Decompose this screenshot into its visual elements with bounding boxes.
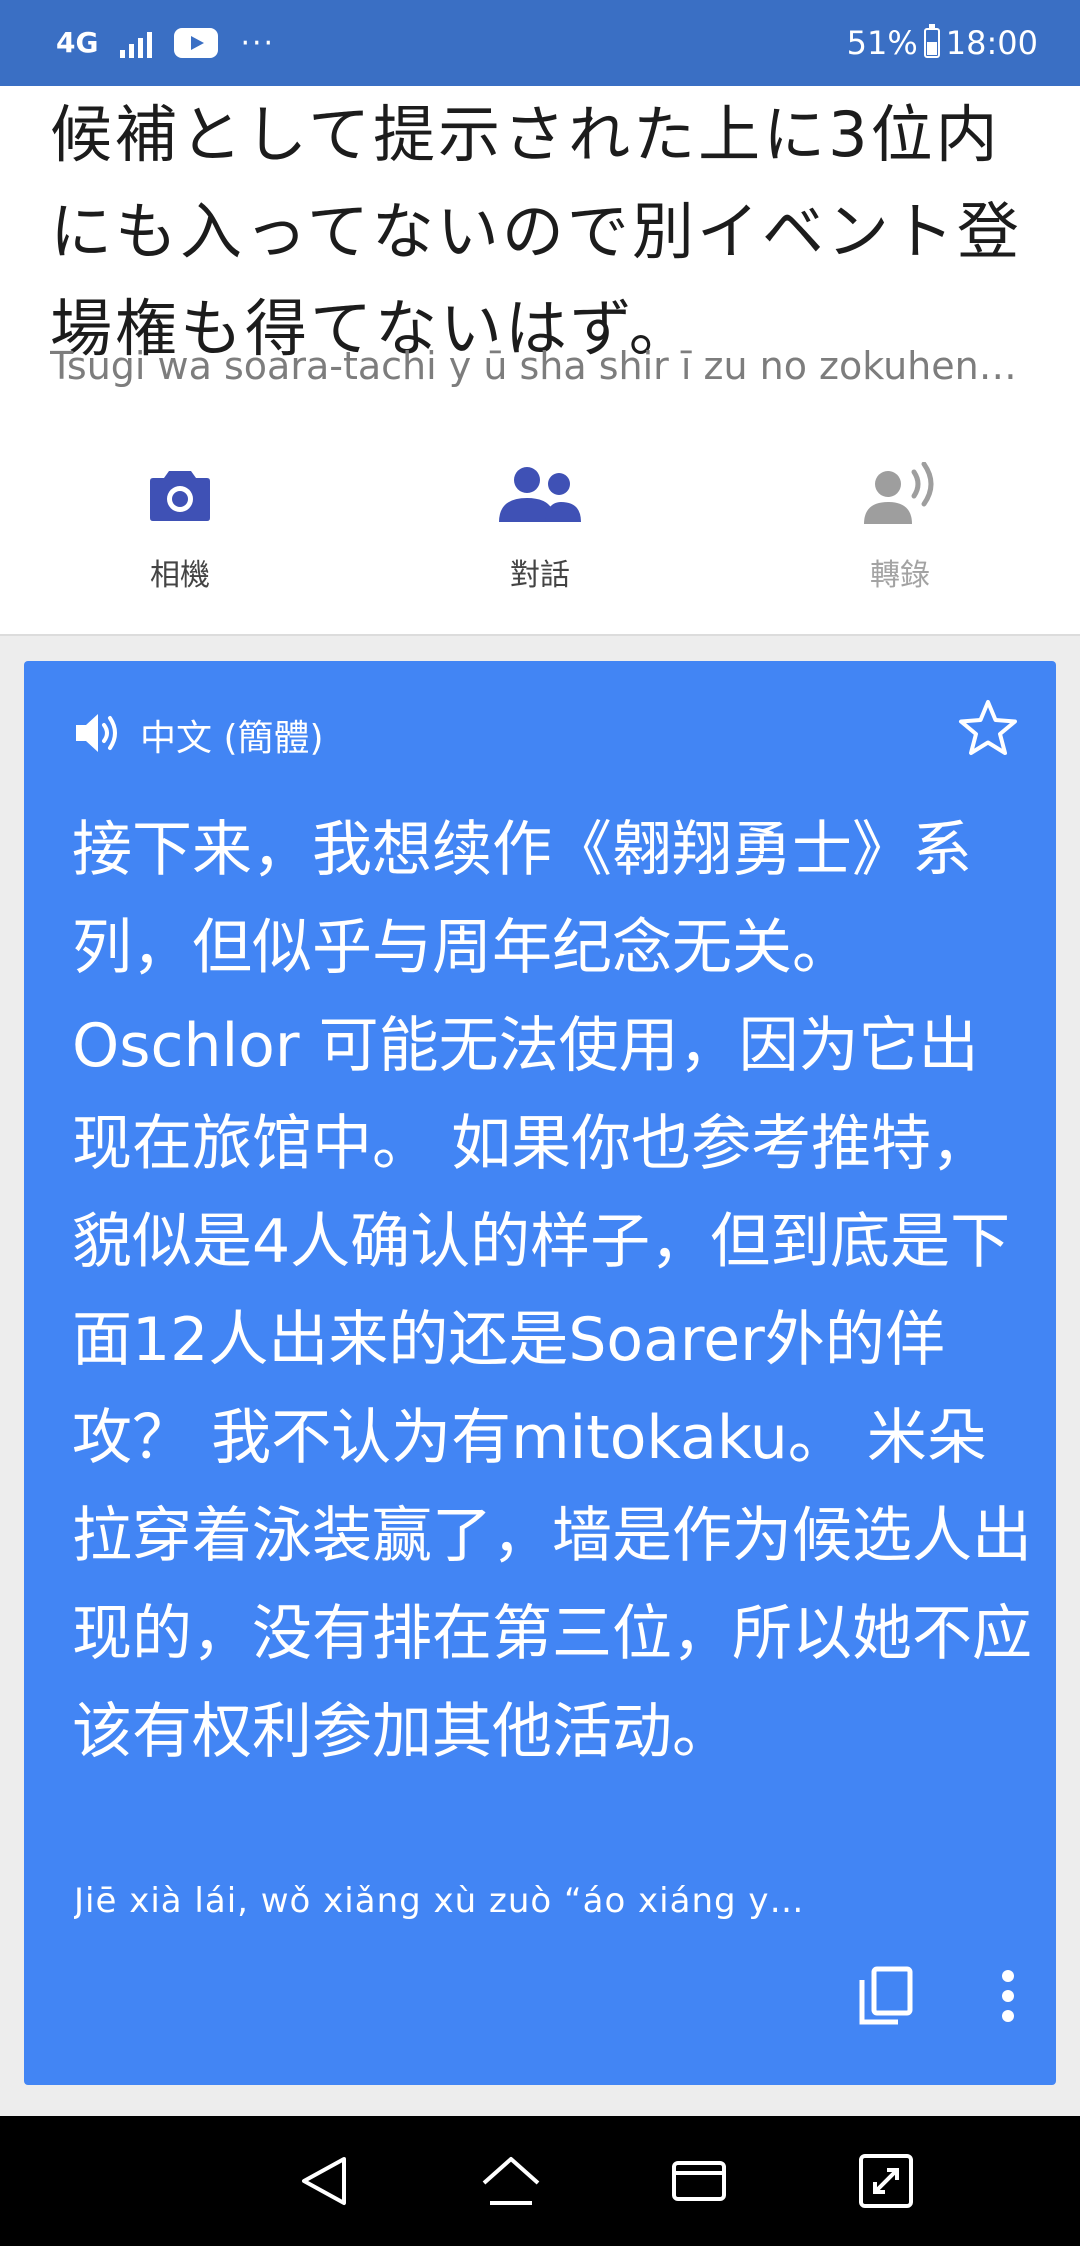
navigation-bar xyxy=(0,2116,1080,2246)
clock: 18:00 xyxy=(945,24,1038,62)
conversation-tool[interactable]: 對話 xyxy=(360,456,720,616)
more-notifications-icon: ··· xyxy=(240,25,276,61)
transcribe-icon xyxy=(862,456,938,532)
translation-card: 中文 (簡體) 接下来，我想续作《翱翔勇士》系列，但似乎与周年纪念无关。Osch… xyxy=(24,661,1056,2085)
transcribe-tool[interactable]: 轉錄 xyxy=(720,456,1080,616)
home-icon[interactable] xyxy=(471,2141,551,2221)
source-panel: 候補として提示された上に3位内にも入ってないので別イベント登場権も得てないはず。… xyxy=(0,86,1080,636)
camera-label: 相機 xyxy=(150,558,210,593)
target-language: 中文 (簡體) xyxy=(140,718,324,759)
camera-icon xyxy=(149,456,211,532)
conversation-label: 對話 xyxy=(510,558,570,593)
conversation-icon xyxy=(497,456,583,532)
input-tools: 相機 對話 轉錄 xyxy=(0,456,1080,616)
expand-icon[interactable] xyxy=(846,2141,926,2221)
card-header: 中文 (簡體) xyxy=(74,709,324,761)
signal-icon xyxy=(120,28,153,58)
status-right: 51% 18:00 xyxy=(847,24,1038,62)
more-options-icon[interactable] xyxy=(1000,1970,1016,2026)
transcribe-label: 轉錄 xyxy=(870,558,930,593)
translation-romanization: Jiē xià lái, wǒ xiǎng xù zuò “áo xiáng y… xyxy=(74,1881,805,1921)
star-icon[interactable] xyxy=(958,699,1018,761)
battery-percent: 51% xyxy=(846,24,918,62)
source-text[interactable]: 候補として提示された上に3位内にも入ってないので別イベント登場権も得てないはず。 xyxy=(50,86,1050,377)
speaker-icon[interactable] xyxy=(74,711,122,759)
battery-icon xyxy=(923,24,940,58)
card-actions xyxy=(858,1966,1016,2030)
translation-text[interactable]: 接下来，我想续作《翱翔勇士》系列，但似乎与周年纪念无关。Oschlor 可能无法… xyxy=(72,801,1032,1781)
status-bar: 4G ··· 51% 18:00 xyxy=(0,0,1080,86)
recent-apps-icon[interactable] xyxy=(659,2141,739,2221)
status-left: 4G ··· xyxy=(56,26,275,61)
network-type: 4G xyxy=(56,26,99,59)
copy-icon[interactable] xyxy=(858,1966,914,2030)
back-icon[interactable] xyxy=(284,2141,364,2221)
youtube-icon xyxy=(174,28,219,58)
camera-tool[interactable]: 相機 xyxy=(0,456,360,616)
source-romanization: Tsugi wa soara-tachi y ū sha shir ī zu n… xyxy=(50,344,1020,388)
